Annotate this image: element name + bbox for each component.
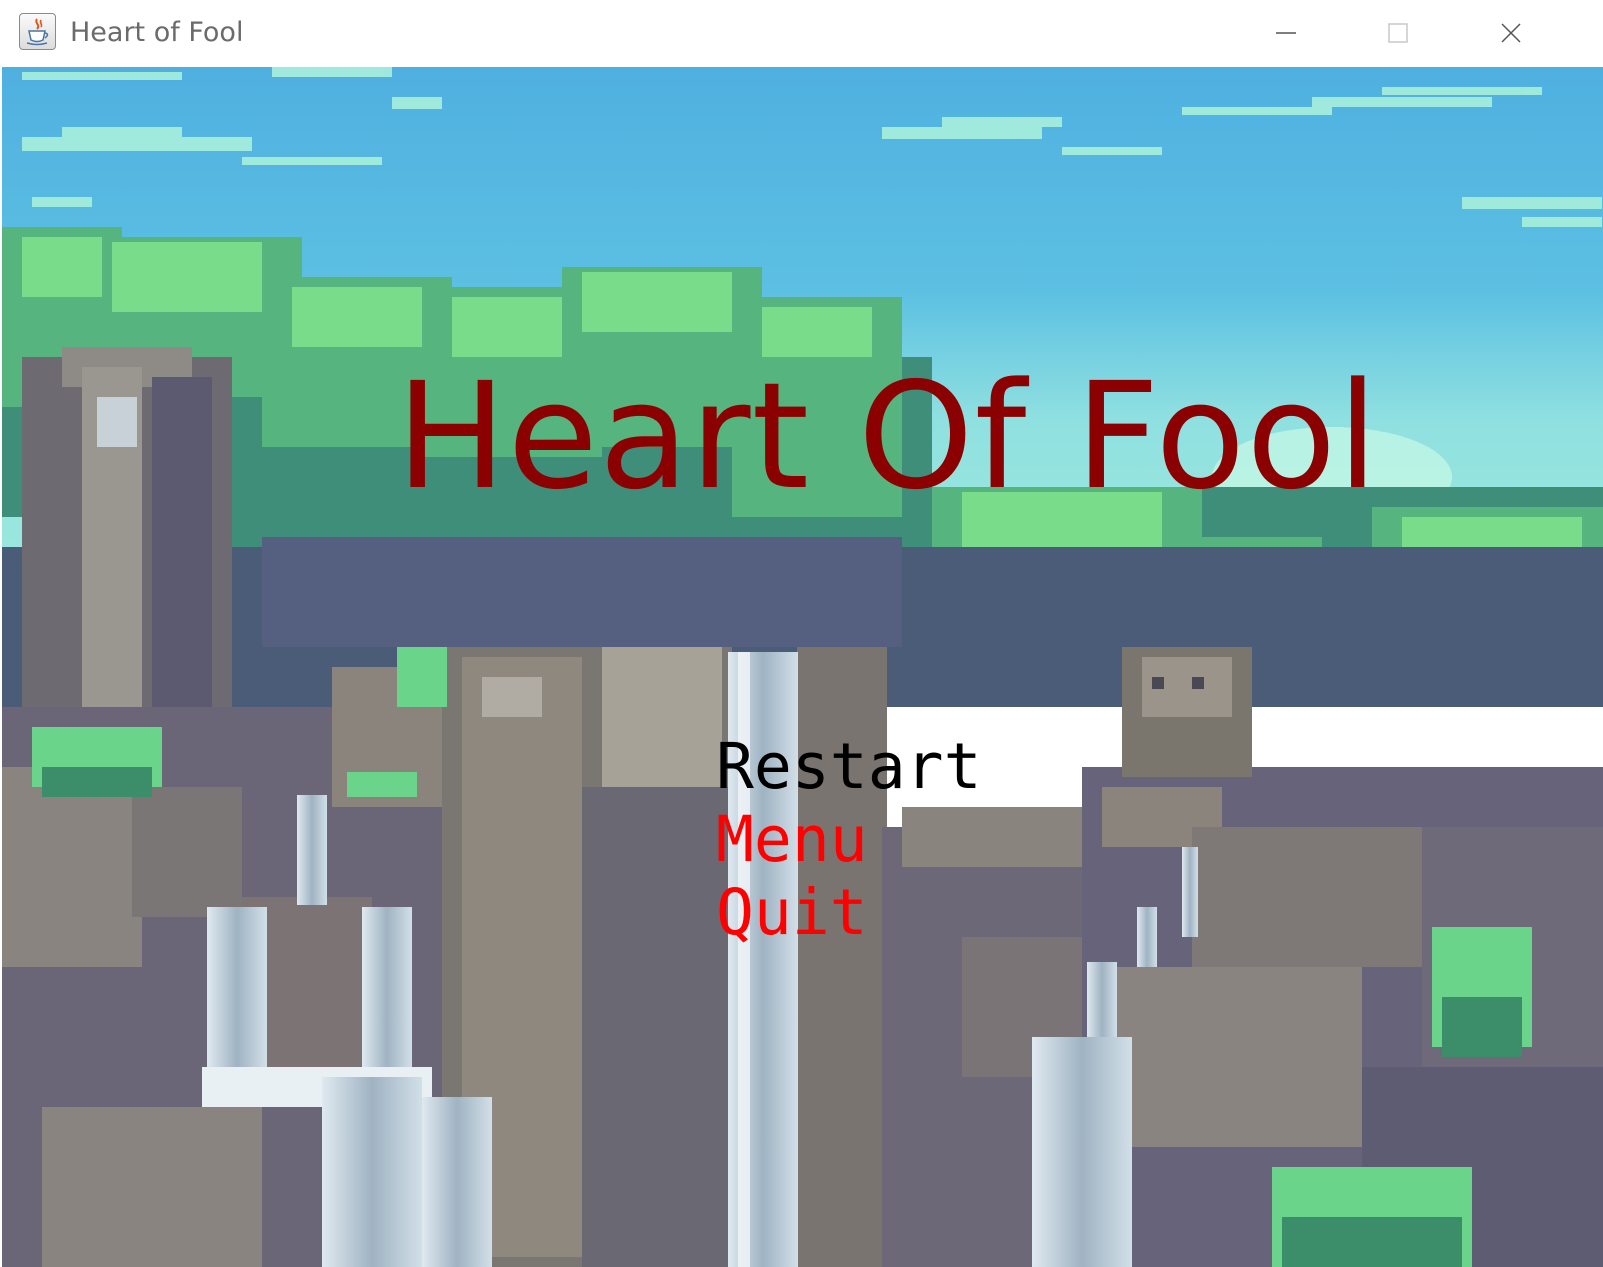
game-title: Heart Of Fool bbox=[396, 351, 1380, 522]
window-title: Heart of Fool bbox=[70, 17, 244, 48]
title-bar[interactable]: Heart of Fool bbox=[0, 0, 1603, 67]
minimize-icon bbox=[1276, 32, 1296, 34]
maximize-icon bbox=[1388, 23, 1408, 43]
pixel-art-waterfall-background bbox=[2, 67, 1603, 1267]
application-window: Heart of Fool Heart Of Fool Restart Menu… bbox=[0, 0, 1603, 1267]
java-cup-icon[interactable] bbox=[19, 13, 56, 50]
menu-option-quit[interactable]: Quit bbox=[716, 877, 868, 949]
game-canvas[interactable]: Heart Of Fool Restart Menu Quit bbox=[2, 67, 1603, 1267]
close-icon bbox=[1501, 23, 1521, 43]
menu-option-menu[interactable]: Menu bbox=[716, 804, 868, 876]
maximize-button[interactable] bbox=[1342, 0, 1454, 66]
menu-option-restart[interactable]: Restart bbox=[716, 731, 982, 803]
close-button[interactable] bbox=[1455, 0, 1567, 66]
minimize-button[interactable] bbox=[1230, 0, 1342, 66]
